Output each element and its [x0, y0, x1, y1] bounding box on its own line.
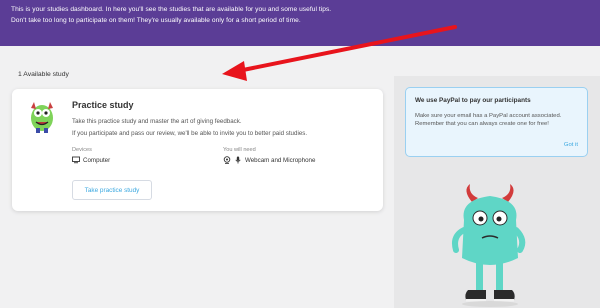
requirements-label: You will need [223, 147, 256, 153]
study-invite-text: If you participate and pass our review, … [72, 130, 308, 137]
study-title: Practice study [72, 100, 134, 110]
header-banner: This is your studies dashboard. In here … [0, 0, 600, 46]
tip-text-line1: Make sure your email has a PayPal accoun… [415, 113, 562, 119]
monster-avatar [23, 98, 61, 134]
devices-value: Computer [72, 156, 110, 164]
header-intro-text: This is your studies dashboard. In here … [11, 6, 332, 13]
study-description: Take this practice study and master the … [72, 118, 242, 125]
monster-illustration [452, 184, 526, 307]
requirements-value-text: Webcam and Microphone [245, 156, 316, 164]
tip-title: We use PayPal to pay our participants [415, 97, 531, 104]
paypal-tip-card: We use PayPal to pay our participants Ma… [405, 87, 588, 157]
study-card: Practice study Take this practice study … [12, 89, 383, 211]
got-it-link[interactable]: Got it [564, 142, 578, 148]
devices-label: Devices [72, 147, 92, 153]
requirements-value: Webcam and Microphone [223, 156, 315, 164]
microphone-icon [235, 156, 241, 164]
tip-text-line2: Remember that you can always create one … [415, 121, 549, 127]
computer-icon [72, 156, 80, 164]
devices-value-text: Computer [83, 156, 111, 164]
take-practice-study-button[interactable]: Take practice study [72, 180, 152, 200]
available-studies-count: 1 Available study [18, 71, 69, 78]
header-hint-text: Don't take too long to participate on th… [11, 17, 301, 24]
webcam-icon [223, 156, 231, 164]
